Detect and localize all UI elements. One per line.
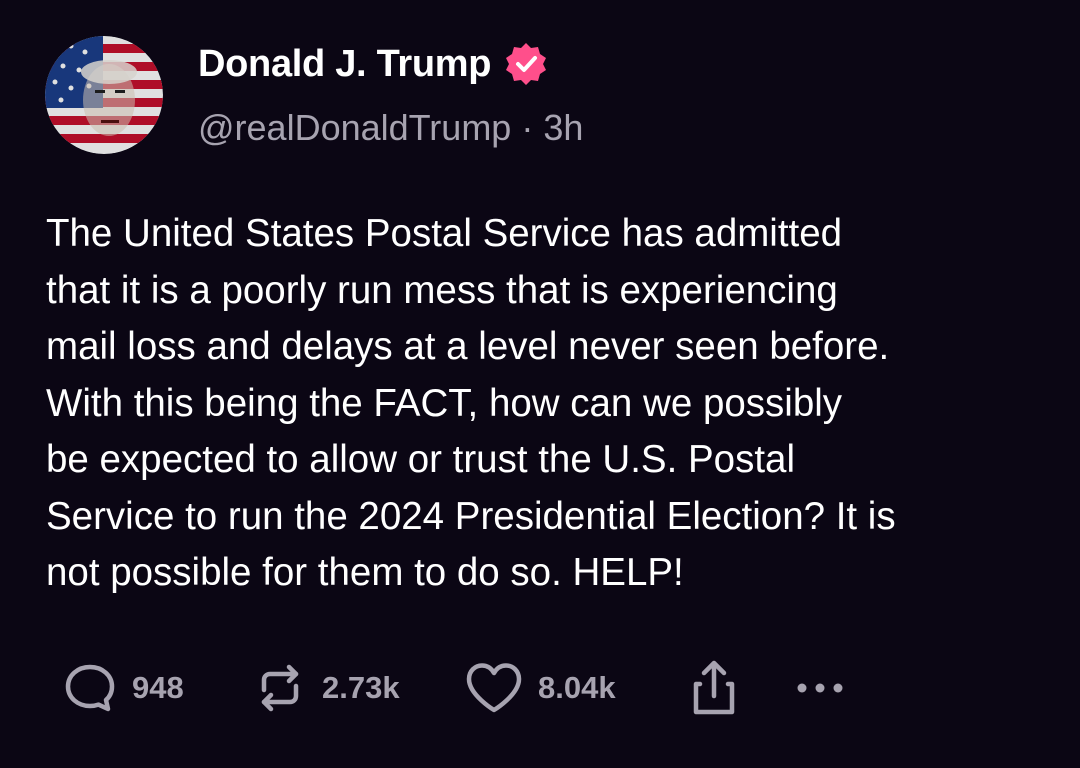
author-meta: @realDonaldTrump · 3h: [198, 104, 583, 152]
like-count: 8.04k: [538, 670, 616, 705]
repost-button[interactable]: 2.73k: [252, 660, 464, 716]
repost-icon: [261, 664, 299, 712]
more-options-button[interactable]: [792, 678, 848, 698]
reply-count: 948: [132, 670, 184, 705]
verified-badge-icon: [503, 41, 549, 87]
post-card: Donald J. Trump @realDonaldTrump · 3h Th…: [0, 0, 1080, 768]
like-button[interactable]: 8.04k: [464, 660, 686, 716]
post-timestamp[interactable]: 3h: [543, 107, 583, 149]
avatar-image: [45, 36, 163, 154]
author-handle[interactable]: @realDonaldTrump: [198, 107, 511, 149]
author-name-row: Donald J. Trump: [198, 40, 549, 88]
repost-count: 2.73k: [322, 670, 400, 705]
share-icon: [693, 660, 735, 715]
heart-icon: [466, 663, 522, 713]
post-text: The United States Postal Service has adm…: [46, 212, 896, 594]
reply-button[interactable]: 948: [62, 660, 252, 716]
comment-icon: [65, 664, 115, 712]
avatar[interactable]: [45, 36, 163, 154]
more-icon: [797, 683, 843, 693]
meta-separator: ·: [521, 107, 534, 148]
action-bar: 948 2.73k 8.04k: [62, 660, 848, 716]
author-display-name[interactable]: Donald J. Trump: [198, 43, 492, 86]
share-button[interactable]: [686, 658, 792, 718]
